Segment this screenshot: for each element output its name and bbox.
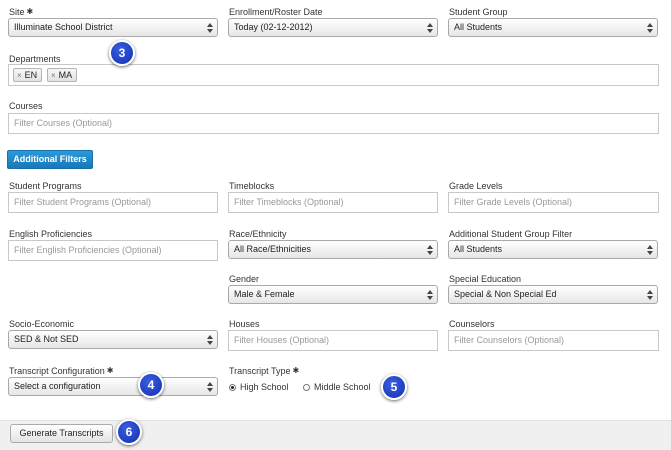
callout-badge-4: 4	[138, 372, 164, 398]
english-proficiencies-input[interactable]: Filter English Proficiencies (Optional)	[8, 240, 218, 261]
callout-badge-6: 6	[116, 419, 142, 445]
select-arrows-icon	[207, 333, 213, 346]
departments-label: Departments	[9, 54, 61, 64]
special-education-select-value: Special & Non Special Ed	[454, 289, 557, 299]
select-arrows-icon	[427, 21, 433, 34]
departments-input[interactable]	[8, 64, 659, 86]
remove-tag-icon[interactable]: ×	[17, 71, 22, 80]
race-select-value: All Race/Ethnicities	[234, 244, 312, 254]
additional-group-select-value: All Students	[454, 244, 503, 254]
counselors-label: Counselors	[449, 319, 495, 329]
race-label: Race/Ethnicity	[229, 229, 287, 239]
student-group-label: Student Group	[449, 7, 508, 17]
student-group-select[interactable]: All Students	[448, 18, 658, 37]
transcript-config-select[interactable]: Select a configuration	[8, 377, 218, 396]
remove-tag-icon[interactable]: ×	[51, 71, 56, 80]
enrollment-select[interactable]: Today (02-12-2012)	[228, 18, 438, 37]
gender-select[interactable]: Male & Female	[228, 285, 438, 304]
grade-levels-label: Grade Levels	[449, 181, 503, 191]
timeblocks-label: Timeblocks	[229, 181, 275, 191]
department-tag-ma[interactable]: × MA	[47, 68, 78, 82]
houses-input[interactable]: Filter Houses (Optional)	[228, 330, 438, 351]
department-tag-en[interactable]: × EN	[13, 68, 43, 82]
gender-select-value: Male & Female	[234, 289, 295, 299]
houses-label: Houses	[229, 319, 260, 329]
required-icon: ✱	[292, 366, 300, 375]
special-education-select[interactable]: Special & Non Special Ed	[448, 285, 658, 304]
race-select[interactable]: All Race/Ethnicities	[228, 240, 438, 259]
courses-label: Courses	[9, 101, 43, 111]
transcript-config-select-value: Select a configuration	[14, 381, 101, 391]
transcript-config-label: Transcript Configuration ✱	[9, 366, 114, 376]
select-arrows-icon	[207, 21, 213, 34]
select-arrows-icon	[647, 21, 653, 34]
socio-economic-label: Socio-Economic	[9, 319, 75, 329]
student-group-select-value: All Students	[454, 22, 503, 32]
english-proficiencies-label: English Proficiencies	[9, 229, 93, 239]
callout-badge-3: 3	[109, 40, 135, 66]
select-arrows-icon	[427, 288, 433, 301]
select-arrows-icon	[427, 243, 433, 256]
additional-group-select[interactable]: All Students	[448, 240, 658, 259]
additional-filters-button[interactable]: Additional Filters	[7, 150, 93, 169]
site-select[interactable]: Illuminate School District	[8, 18, 218, 37]
timeblocks-input[interactable]: Filter Timeblocks (Optional)	[228, 192, 438, 213]
gender-label: Gender	[229, 274, 260, 284]
select-arrows-icon	[647, 288, 653, 301]
courses-input[interactable]: Filter Courses (Optional)	[8, 113, 659, 134]
enrollment-label: Enrollment/Roster Date	[229, 7, 323, 17]
site-label: Site ✱	[9, 7, 34, 17]
socio-economic-select[interactable]: SED & Not SED	[8, 330, 218, 349]
site-select-value: Illuminate School District	[14, 22, 113, 32]
required-icon: ✱	[26, 7, 34, 16]
enrollment-select-value: Today (02-12-2012)	[234, 22, 313, 32]
counselors-input[interactable]: Filter Counselors (Optional)	[448, 330, 659, 351]
select-arrows-icon	[647, 243, 653, 256]
radio-high-school-label[interactable]: High School	[240, 382, 289, 392]
special-education-label: Special Education	[449, 274, 522, 284]
radio-middle-school[interactable]	[303, 384, 310, 391]
grade-levels-input[interactable]: Filter Grade Levels (Optional)	[448, 192, 659, 213]
generate-transcripts-button[interactable]: Generate Transcripts	[10, 424, 113, 443]
student-programs-input[interactable]: Filter Student Programs (Optional)	[8, 192, 218, 213]
radio-high-school[interactable]	[229, 384, 236, 391]
required-icon: ✱	[106, 366, 114, 375]
student-programs-label: Student Programs	[9, 181, 82, 191]
socio-economic-select-value: SED & Not SED	[14, 334, 79, 344]
callout-badge-5: 5	[381, 374, 407, 400]
select-arrows-icon	[207, 380, 213, 393]
additional-group-label: Additional Student Group Filter	[449, 229, 573, 239]
radio-middle-school-label[interactable]: Middle School	[314, 382, 371, 392]
transcript-type-label: Transcript Type ✱	[229, 366, 300, 376]
